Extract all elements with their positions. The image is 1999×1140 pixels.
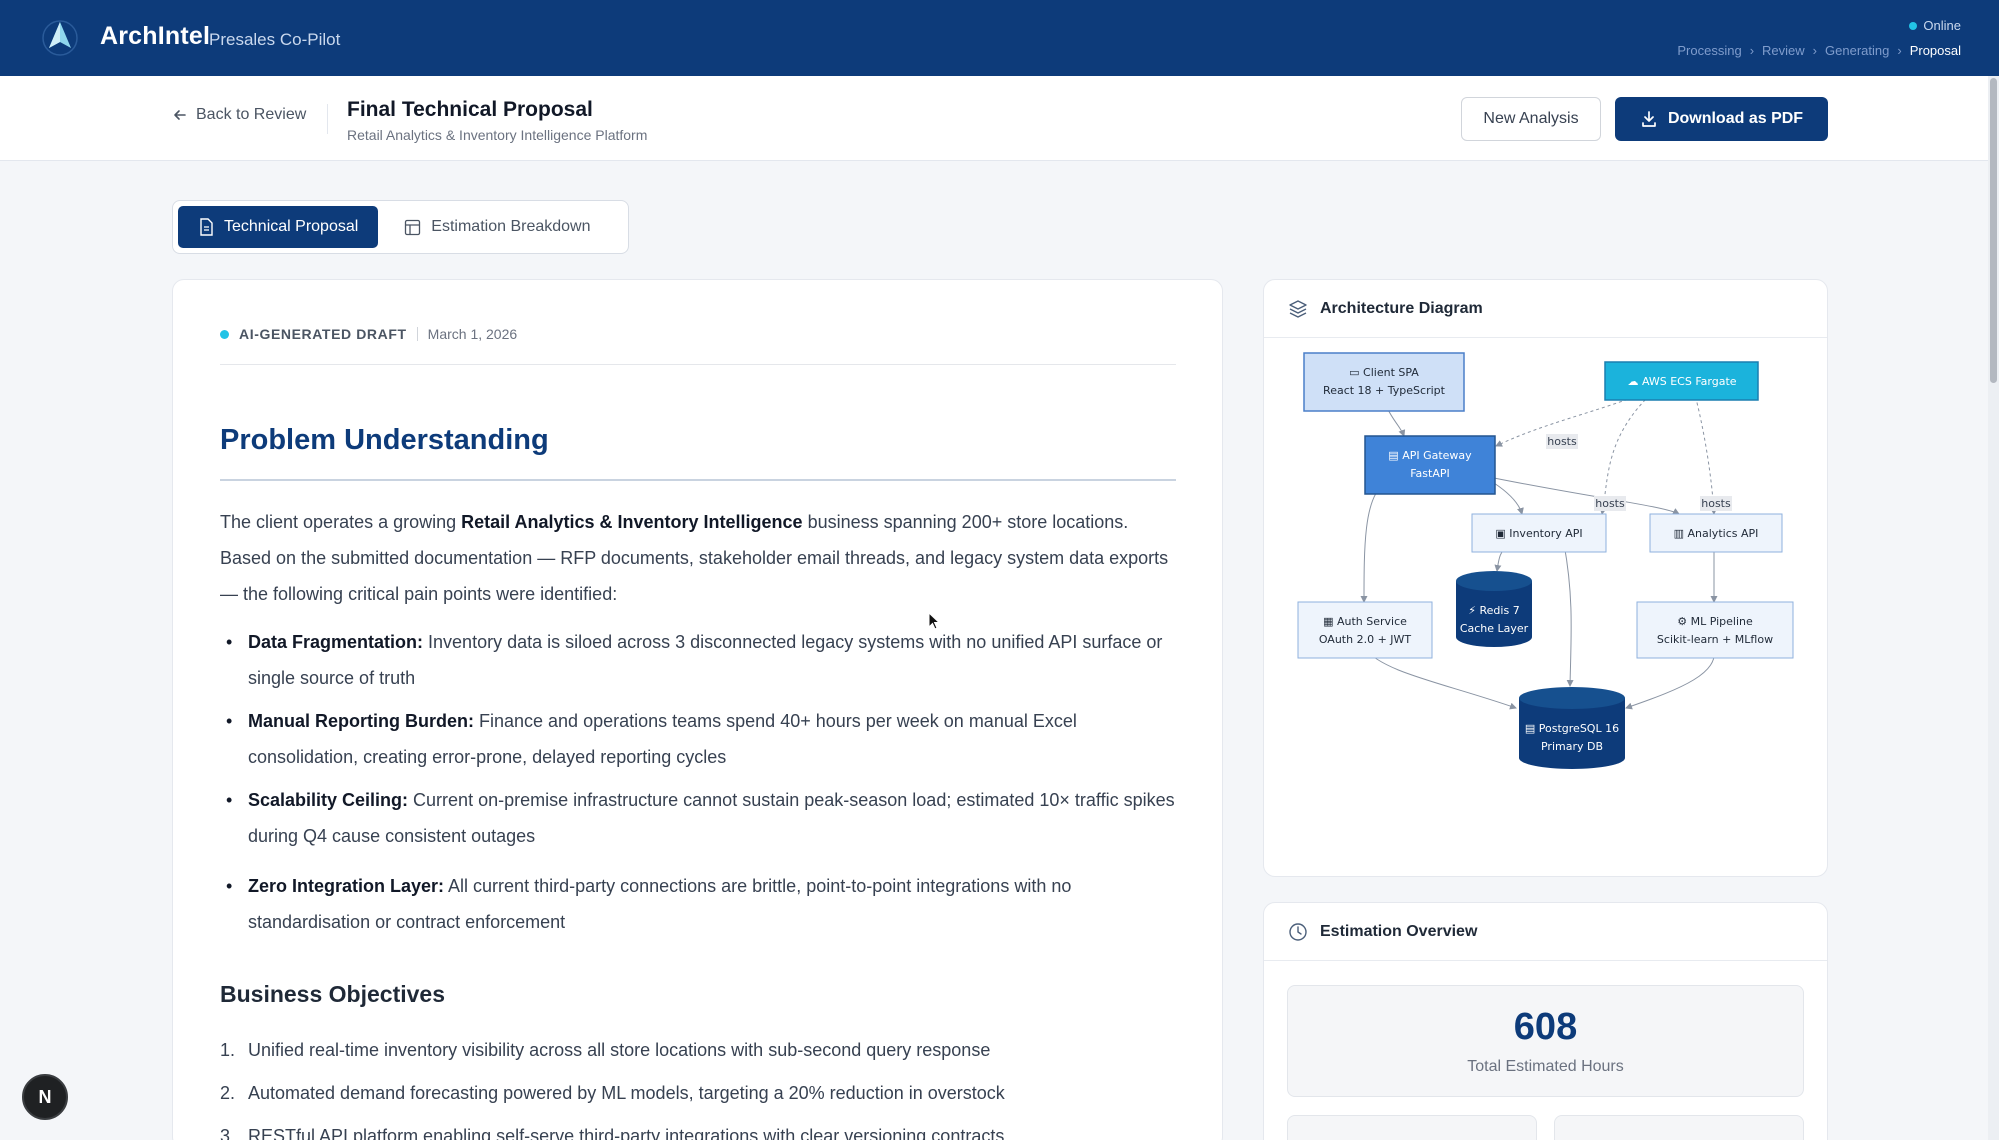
- svg-text:React 18 + TypeScript: React 18 + TypeScript: [1323, 384, 1446, 397]
- crumb-generating[interactable]: Generating: [1825, 43, 1889, 58]
- edge-label: hosts: [1701, 497, 1731, 510]
- tab-estimation-breakdown[interactable]: Estimation Breakdown: [384, 206, 610, 248]
- node-client-spa: ▭ Client SPA React 18 + TypeScript: [1303, 352, 1465, 412]
- proposal-document: AI-GENERATED DRAFT March 1, 2026 Problem…: [172, 279, 1223, 1140]
- view-tabs: Technical Proposal Estimation Breakdown: [172, 200, 629, 254]
- intro-emphasis: Retail Analytics & Inventory Intelligenc…: [461, 512, 803, 532]
- node-aws-ecs-fargate: ☁ AWS ECS Fargate: [1604, 361, 1759, 401]
- estimation-card-header: Estimation Overview: [1264, 903, 1827, 961]
- estimation-card: Estimation Overview 608 Total Estimated …: [1263, 902, 1828, 1140]
- node-api-gateway: ▤ API Gateway FastAPI: [1364, 435, 1496, 495]
- header-divider: [327, 104, 328, 134]
- svg-text:OAuth 2.0 + JWT: OAuth 2.0 + JWT: [1319, 633, 1412, 646]
- list-item: Manual Reporting Burden: Finance and ope…: [220, 703, 1176, 775]
- new-analysis-button[interactable]: New Analysis: [1461, 97, 1601, 141]
- meta-divider: [416, 327, 418, 341]
- document-icon: [200, 218, 213, 236]
- estimation-title: Estimation Overview: [1320, 922, 1478, 940]
- svg-text:Cache Layer: Cache Layer: [1460, 622, 1529, 635]
- list-item: Scalability Ceiling: Current on-premise …: [220, 782, 1176, 854]
- tab-label: Technical Proposal: [224, 218, 359, 235]
- svg-text:Primary DB: Primary DB: [1541, 740, 1603, 753]
- brand-subtitle: Presales Co-Pilot: [209, 30, 341, 49]
- heading-rule: [220, 479, 1176, 481]
- status-text: Online: [1923, 18, 1961, 33]
- page-subtitle: Retail Analytics & Inventory Intelligenc…: [347, 127, 648, 143]
- list-item: 1. Unified real-time inventory visibility…: [220, 1040, 991, 1060]
- chevron-right-icon: ›: [1812, 43, 1818, 58]
- list-item: 3. RESTful API platform enabling self-ser…: [220, 1126, 1005, 1140]
- edge-label: hosts: [1595, 497, 1625, 510]
- archintel-logo-icon: [42, 20, 78, 56]
- total-hours-box: 608 Total Estimated Hours: [1287, 985, 1804, 1097]
- crumb-processing[interactable]: Processing: [1677, 43, 1741, 58]
- list-item: Data Fragmentation: Inventory data is si…: [220, 624, 1176, 696]
- svg-text:▣ Inventory API: ▣ Inventory API: [1495, 527, 1582, 540]
- page-title: Final Technical Proposal: [347, 98, 593, 121]
- back-label: Back to Review: [196, 106, 307, 123]
- section-heading-problem: Problem Understanding: [220, 424, 549, 456]
- scrollbar-thumb[interactable]: [1990, 78, 1997, 383]
- draft-badge: AI-GENERATED DRAFT: [239, 326, 407, 342]
- svg-text:Scikit-learn + MLflow: Scikit-learn + MLflow: [1657, 633, 1773, 646]
- page-header: Back to Review Final Technical Proposal …: [0, 76, 1988, 161]
- node-redis-cache: ⚡ Redis 7 Cache Layer: [1456, 571, 1532, 647]
- intro-paragraph: The client operates a growing Retail Ana…: [220, 512, 1169, 604]
- table-icon: [405, 219, 421, 235]
- node-inventory-api: ▣ Inventory API: [1471, 513, 1607, 553]
- section-heading-objectives: Business Objectives: [220, 981, 445, 1007]
- top-bar: ArchIntel Presales Co-Pilot Online Proce…: [0, 0, 1999, 76]
- list-item: 2. Automated demand forecasting powered b…: [220, 1083, 1005, 1103]
- svg-text:▥ Analytics API: ▥ Analytics API: [1674, 527, 1759, 540]
- status-dot-icon: [1909, 21, 1918, 30]
- download-pdf-button[interactable]: Download as PDF: [1615, 97, 1828, 141]
- architecture-card-header: Architecture Diagram: [1264, 280, 1827, 338]
- progress-breadcrumb: Processing › Review › Generating › Propo…: [1677, 43, 1961, 58]
- crumb-review[interactable]: Review: [1762, 43, 1805, 58]
- crumb-proposal[interactable]: Proposal: [1910, 43, 1961, 58]
- svg-text:▤ PostgreSQL 16: ▤ PostgreSQL 16: [1525, 722, 1619, 735]
- estimate-stat-box: [1554, 1115, 1804, 1140]
- download-icon: [1642, 111, 1656, 127]
- architecture-card: Architecture Diagram hosts hosts hosts ▭…: [1263, 279, 1828, 877]
- draft-dot-icon: [220, 329, 229, 339]
- svg-text:▤ API Gateway: ▤ API Gateway: [1388, 449, 1472, 462]
- chevron-right-icon: ›: [1897, 43, 1902, 58]
- document-meta: AI-GENERATED DRAFT March 1, 2026: [220, 326, 517, 342]
- clock-icon: [1289, 922, 1307, 941]
- node-analytics-api: ▥ Analytics API: [1649, 513, 1783, 553]
- node-postgresql: ▤ PostgreSQL 16 Primary DB: [1519, 687, 1625, 769]
- node-auth-service: ▦ Auth Service OAuth 2.0 + JWT: [1297, 601, 1433, 659]
- tab-technical-proposal[interactable]: Technical Proposal: [178, 206, 379, 248]
- svg-text:⚙ ML Pipeline: ⚙ ML Pipeline: [1677, 615, 1753, 628]
- back-to-review-link[interactable]: Back to Review: [172, 106, 306, 124]
- svg-text:▦ Auth Service: ▦ Auth Service: [1323, 615, 1407, 628]
- arrow-left-icon: [174, 110, 186, 120]
- node-ml-pipeline: ⚙ ML Pipeline Scikit-learn + MLflow: [1636, 601, 1794, 659]
- meta-divider-line: [220, 364, 1176, 365]
- tab-label: Estimation Breakdown: [431, 218, 591, 235]
- edge-label: hosts: [1547, 435, 1577, 448]
- architecture-title: Architecture Diagram: [1320, 299, 1483, 317]
- svg-text:▭ Client SPA: ▭ Client SPA: [1349, 366, 1419, 379]
- dev-tools-badge[interactable]: N: [22, 1074, 68, 1120]
- list-item: Zero Integration Layer: All current thir…: [220, 868, 1176, 940]
- document-date: March 1, 2026: [427, 326, 518, 342]
- svg-text:FastAPI: FastAPI: [1410, 467, 1450, 480]
- chevron-right-icon: ›: [1749, 43, 1755, 58]
- svg-text:⚡ Redis 7: ⚡ Redis 7: [1468, 604, 1519, 617]
- layers-icon: [1289, 299, 1307, 318]
- architecture-diagram: hosts hosts hosts ▭ Client SPA React 18 …: [1297, 352, 1794, 769]
- download-pdf-label: Download as PDF: [1667, 110, 1804, 127]
- mouse-cursor-icon: [928, 612, 941, 630]
- total-hours-label: Total Estimated Hours: [1467, 1058, 1624, 1075]
- page-scrollbar[interactable]: [1988, 76, 1999, 1140]
- status-indicator: Online: [1909, 18, 1961, 33]
- brand-name: ArchIntel: [100, 22, 211, 50]
- estimate-stat-box: [1287, 1115, 1537, 1140]
- svg-text:☁ AWS ECS Fargate: ☁ AWS ECS Fargate: [1627, 375, 1736, 388]
- total-hours-value: 608: [1513, 1006, 1578, 1048]
